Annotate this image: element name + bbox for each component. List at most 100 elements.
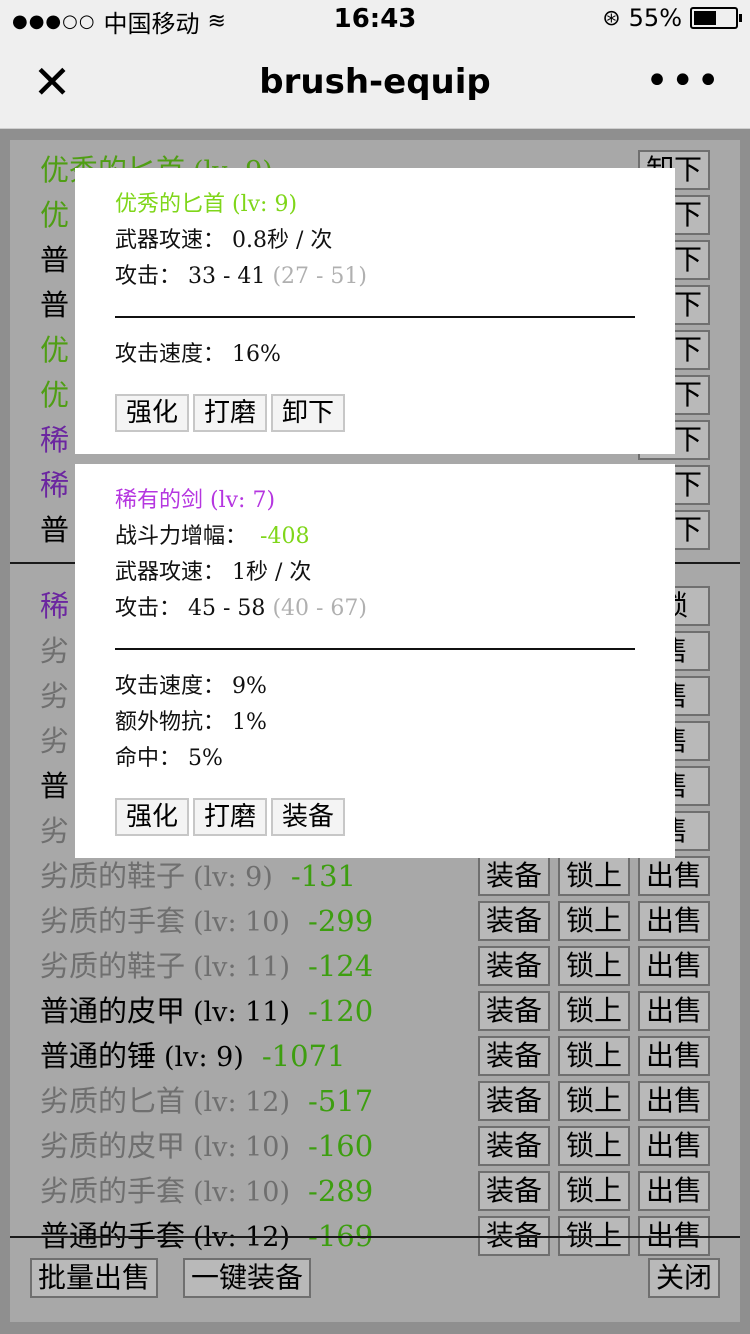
power-delta: -289 [308, 1174, 374, 1208]
popup-attr-line: 攻击速度： 9% [115, 672, 267, 702]
inventory-row: 普 [40, 764, 69, 808]
lock-button[interactable]: 锁上 [558, 946, 630, 986]
attr-value: 9% [232, 674, 267, 699]
attack-range: (27 - 51) [272, 264, 368, 289]
sell-button[interactable]: 出售 [638, 901, 710, 941]
popup-attr-line: 额外物抗： 1% [115, 708, 267, 738]
inventory-row: 劣质的手套 (lv: 10) -289 [40, 1169, 373, 1213]
item-name: 优 [40, 198, 70, 232]
equip-button[interactable]: 装备 [478, 946, 550, 986]
popup-speed-line: 武器攻速： 0.8秒 / 次 [115, 226, 332, 256]
equip-button[interactable]: 装备 [478, 991, 550, 1031]
item-name: 劣 [40, 679, 70, 713]
bottom-bar: 批量出售 一键装备 关闭 [10, 1238, 740, 1322]
equipped-row: 普 [40, 238, 69, 282]
lock-button[interactable]: 锁上 [558, 1036, 630, 1076]
item-name: 稀 [40, 423, 70, 457]
item-name: 稀 [40, 589, 70, 623]
popup-attr-line: 攻击速度： 16% [115, 340, 281, 370]
item-name: 劣质的鞋子 [40, 859, 186, 893]
item-name: 劣质的手套 [40, 904, 186, 938]
attack-label: 攻击： [115, 264, 182, 289]
status-right: ⊛ 55% [602, 4, 742, 32]
inventory-row: 劣 [40, 674, 69, 718]
power-delta: -120 [308, 994, 374, 1028]
inventory-row: 劣 [40, 719, 69, 763]
lock-button[interactable]: 锁上 [558, 991, 630, 1031]
power-delta: -1071 [261, 1039, 346, 1073]
equip-button[interactable]: 装备 [478, 1171, 550, 1211]
inventory-row: 劣 [40, 809, 69, 853]
item-name: 普 [40, 769, 70, 803]
attack-label: 攻击： [115, 596, 182, 621]
lock-button[interactable]: 锁上 [558, 856, 630, 896]
more-options-icon[interactable]: ••• [645, 58, 722, 104]
attr-label: 命中： [115, 746, 182, 771]
inventory-row: 稀 [40, 584, 69, 628]
equip-button[interactable]: 装备 [478, 901, 550, 941]
power-value: -408 [260, 524, 310, 549]
bulk-sell-button[interactable]: 批量出售 [30, 1258, 158, 1298]
power-delta: -124 [308, 949, 374, 983]
lock-button[interactable]: 锁上 [558, 1171, 630, 1211]
lock-button[interactable]: 锁上 [558, 901, 630, 941]
equipped-row: 优 [40, 373, 69, 417]
equipped-row: 普 [40, 508, 69, 552]
popup-speed-line: 武器攻速： 1秒 / 次 [115, 558, 311, 588]
attack-range: (40 - 67) [272, 596, 368, 621]
popup-attack-line: 攻击： 45 - 58 (40 - 67) [115, 594, 367, 624]
item-level: (lv: 11) [193, 997, 291, 1028]
power-delta: -160 [308, 1129, 374, 1163]
item-name: 劣 [40, 634, 70, 668]
sell-button[interactable]: 出售 [638, 1081, 710, 1121]
item-name: 劣质的匕首 [40, 1084, 186, 1118]
equip-button[interactable]: 装备 [271, 798, 345, 836]
sell-button[interactable]: 出售 [638, 1171, 710, 1211]
sell-button[interactable]: 出售 [638, 1036, 710, 1076]
attr-label: 攻击速度： [115, 342, 226, 367]
popup-divider [115, 316, 635, 318]
item-name: 普 [40, 513, 70, 547]
unequip-button[interactable]: 卸下 [271, 394, 345, 432]
auto-equip-button[interactable]: 一键装备 [183, 1258, 311, 1298]
sell-button[interactable]: 出售 [638, 946, 710, 986]
popup-item-title: 稀有的剑 (lv: 7) [115, 488, 276, 513]
item-level: (lv: 9) [164, 1042, 244, 1073]
lock-button[interactable]: 锁上 [558, 1126, 630, 1166]
item-name: 劣质的皮甲 [40, 1129, 186, 1163]
power-delta: -299 [308, 904, 374, 938]
equipped-row: 稀 [40, 418, 69, 462]
item-name: 优 [40, 333, 70, 367]
inventory-row: 劣质的鞋子 (lv: 9) -131 [40, 854, 356, 898]
popup-attack-line: 攻击： 33 - 41 (27 - 51) [115, 262, 367, 292]
equip-button[interactable]: 装备 [478, 1036, 550, 1076]
equip-button[interactable]: 装备 [478, 856, 550, 896]
attr-value: 1% [232, 710, 267, 735]
item-name: 普通的皮甲 [40, 994, 186, 1028]
sell-button[interactable]: 出售 [638, 1126, 710, 1166]
attr-label: 攻击速度： [115, 674, 226, 699]
inventory-row: 劣质的匕首 (lv: 12) -517 [40, 1079, 373, 1123]
sell-button[interactable]: 出售 [638, 991, 710, 1031]
status-bar: ●●●○○ 中国移动 ≋ 16:43 ⊛ 55% [0, 0, 750, 40]
equip-button[interactable]: 装备 [478, 1126, 550, 1166]
sell-button[interactable]: 出售 [638, 856, 710, 896]
enhance-button[interactable]: 强化 [115, 798, 189, 836]
equip-button[interactable]: 装备 [478, 1081, 550, 1121]
item-name: 稀 [40, 468, 70, 502]
enhance-button[interactable]: 强化 [115, 394, 189, 432]
nav-bar: ✕ brush-equip ••• [0, 40, 750, 129]
item-name: 劣质的鞋子 [40, 949, 186, 983]
polish-button[interactable]: 打磨 [193, 798, 267, 836]
item-level: (lv: 10) [193, 1132, 291, 1163]
item-popup-inventory: 稀有的剑 (lv: 7) 战斗力增幅： -408 武器攻速： 1秒 / 次 攻击… [75, 464, 675, 858]
popup-item-title: 优秀的匕首 (lv: 9) [115, 192, 298, 217]
equipped-row: 稀 [40, 463, 69, 507]
lock-button[interactable]: 锁上 [558, 1081, 630, 1121]
close-button[interactable]: 关闭 [648, 1258, 720, 1298]
equipped-row: 优 [40, 328, 69, 372]
polish-button[interactable]: 打磨 [193, 394, 267, 432]
inventory-row: 普通的皮甲 (lv: 11) -120 [40, 989, 373, 1033]
item-name: 优 [40, 378, 70, 412]
item-level: (lv: 10) [193, 907, 291, 938]
